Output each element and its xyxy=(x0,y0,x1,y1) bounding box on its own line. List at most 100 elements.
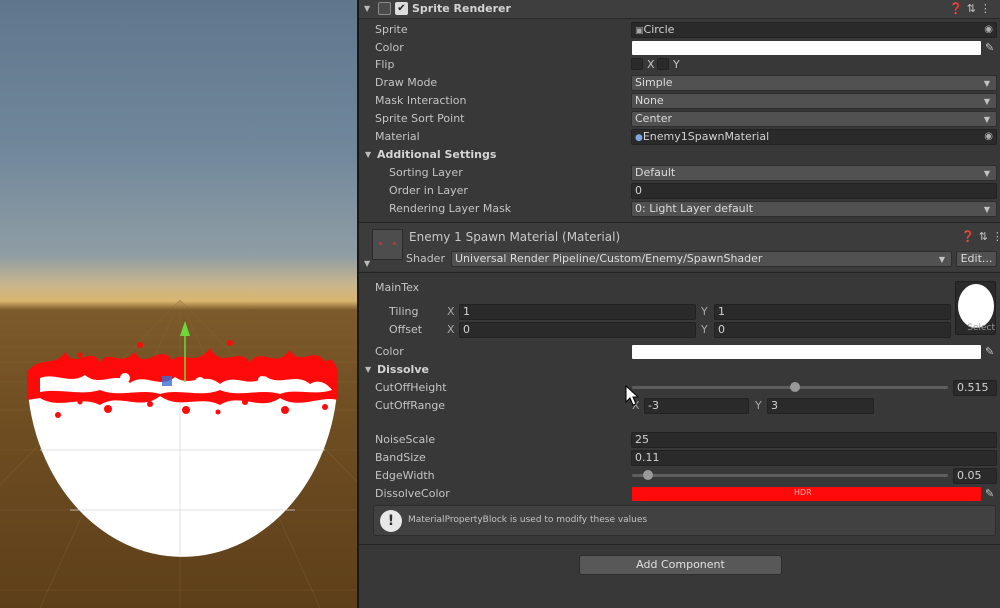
foldout-arrow-icon[interactable]: ▼ xyxy=(364,259,370,268)
cutoff-height-input[interactable]: 0.515 xyxy=(953,380,997,396)
band-size-label: BandSize xyxy=(375,451,426,464)
foldout-arrow-icon[interactable]: ▼ xyxy=(364,4,370,13)
tiling-x-input[interactable]: 1 xyxy=(459,304,696,320)
cutoff-range-label: CutOffRange xyxy=(375,399,446,412)
cutoff-height-slider-knob[interactable] xyxy=(789,382,800,392)
edge-width-slider-knob[interactable] xyxy=(642,470,653,480)
tiling-y-input[interactable]: 1 xyxy=(714,304,951,320)
cutoff-range-y-input[interactable]: 3 xyxy=(767,398,874,414)
chevron-down-icon: ▼ xyxy=(938,255,945,264)
tiling-x-label: X xyxy=(447,305,455,318)
noise-scale-input[interactable]: 25 xyxy=(631,432,997,448)
sprite-asset-icon: ▣ xyxy=(635,26,644,36)
mask-interaction-label: Mask Interaction xyxy=(375,94,467,107)
chevron-down-icon: ▼ xyxy=(983,205,990,214)
material-preview-icon xyxy=(372,229,403,260)
offset-y-input[interactable]: 0 xyxy=(714,322,951,338)
flip-x-checkbox[interactable] xyxy=(631,58,643,70)
foldout-arrow-icon[interactable]: ▼ xyxy=(365,365,371,374)
mask-interaction-dropdown[interactable]: None ▼ xyxy=(631,93,997,109)
chevron-down-icon: ▼ xyxy=(983,115,990,124)
color-swatch[interactable] xyxy=(632,41,981,55)
scene-view[interactable] xyxy=(0,0,357,608)
noise-scale-row: NoiseScale 25 xyxy=(359,431,1000,449)
noise-scale-label: NoiseScale xyxy=(375,433,436,446)
help-icon[interactable]: ❓ xyxy=(949,2,967,15)
add-component-button[interactable]: Add Component xyxy=(579,555,782,575)
material-header-icons[interactable]: ❓⇅⋮ xyxy=(961,230,1000,243)
component-header-icons[interactable]: ❓⇅⋮ xyxy=(949,2,995,15)
shader-edit-button[interactable]: Edit... xyxy=(956,251,997,267)
draw-mode-value: Simple xyxy=(635,76,673,89)
presets-icon[interactable]: ⇅ xyxy=(967,2,980,15)
color-row: Color ✎ xyxy=(359,39,1000,57)
dissolve-foldout[interactable]: ▼ Dissolve xyxy=(359,361,1000,379)
offset-row: Offset X 0 Y 0 xyxy=(359,321,951,339)
foldout-arrow-icon[interactable]: ▼ xyxy=(365,150,371,159)
section-divider xyxy=(359,272,1000,273)
help-icon[interactable]: ❓ xyxy=(961,230,979,243)
sorting-layer-dropdown[interactable]: Default ▼ xyxy=(631,165,997,181)
sorting-layer-value: Default xyxy=(635,166,676,179)
material-field[interactable]: ●Enemy1SpawnMaterial ◉ xyxy=(631,129,997,145)
menu-icon[interactable]: ⋮ xyxy=(992,230,1000,243)
dissolve-color-label: DissolveColor xyxy=(375,487,450,500)
flip-label: Flip xyxy=(375,58,395,71)
eyedropper-icon[interactable]: ✎ xyxy=(985,41,994,54)
band-size-input[interactable]: 0.11 xyxy=(631,450,997,466)
material-preview-dot xyxy=(393,242,396,245)
material-preview-dot xyxy=(379,242,382,245)
maintex-select-button[interactable]: Select xyxy=(958,323,995,333)
scene-canvas xyxy=(0,299,357,608)
sorting-layer-row: Sorting Layer Default ▼ xyxy=(359,164,1000,182)
order-in-layer-input[interactable]: 0 xyxy=(631,183,997,199)
additional-settings-foldout[interactable]: ▼ Additional Settings xyxy=(359,146,1000,164)
edge-width-input[interactable]: 0.05 xyxy=(953,468,997,484)
section-divider xyxy=(359,544,1000,545)
dissolve-color-swatch[interactable]: HDR xyxy=(632,487,981,501)
cutoff-range-y-label: Y xyxy=(755,399,762,412)
edge-width-slider-track[interactable] xyxy=(632,474,948,477)
object-picker-icon[interactable]: ◉ xyxy=(984,23,993,37)
info-icon: ! xyxy=(380,510,402,532)
rendering-layer-mask-dropdown[interactable]: 0: Light Layer default ▼ xyxy=(631,201,997,217)
material-color-swatch[interactable] xyxy=(632,345,981,359)
cutoff-range-x-input[interactable]: -3 xyxy=(644,398,749,414)
chevron-down-icon: ▼ xyxy=(983,169,990,178)
enabled-checkbox[interactable]: ✔ xyxy=(395,2,408,15)
additional-settings-title: Additional Settings xyxy=(377,148,497,161)
order-in-layer-label: Order in Layer xyxy=(389,184,468,197)
dissolve-title: Dissolve xyxy=(377,363,429,376)
flip-row: Flip X Y xyxy=(359,56,1000,74)
chevron-down-icon: ▼ xyxy=(983,79,990,88)
sprite-renderer-component-icon xyxy=(378,2,391,15)
object-picker-icon[interactable]: ◉ xyxy=(984,130,993,144)
rendering-layer-mask-value: 0: Light Layer default xyxy=(635,202,754,215)
material-label: Material xyxy=(375,130,420,143)
draw-mode-dropdown[interactable]: Simple ▼ xyxy=(631,75,997,91)
presets-icon[interactable]: ⇅ xyxy=(979,230,992,243)
move-gizmo-xy-plane[interactable] xyxy=(162,376,172,386)
flip-y-checkbox[interactable] xyxy=(657,58,669,70)
sprite-renderer-header[interactable]: ▼ ✔ Sprite Renderer ❓⇅⋮ xyxy=(359,0,1000,19)
sorting-layer-label: Sorting Layer xyxy=(389,166,463,179)
sprite-value: Circle xyxy=(643,23,675,36)
flip-y-label: Y xyxy=(673,58,680,71)
sprite-sort-point-dropdown[interactable]: Center ▼ xyxy=(631,111,997,127)
mask-interaction-value: None xyxy=(635,94,664,107)
tiling-y-label: Y xyxy=(701,305,708,318)
offset-x-input[interactable]: 0 xyxy=(459,322,696,338)
eyedropper-icon[interactable]: ✎ xyxy=(985,345,994,358)
offset-label: Offset xyxy=(389,323,423,336)
mouse-cursor-icon xyxy=(625,385,640,406)
material-header[interactable]: ▼ Enemy 1 Spawn Material (Material) ❓⇅⋮ … xyxy=(359,223,1000,271)
maintex-texture-slot[interactable]: Select xyxy=(955,281,996,335)
tiling-label: Tiling xyxy=(389,305,419,318)
eyedropper-icon[interactable]: ✎ xyxy=(985,487,994,500)
dissolve-color-row: DissolveColor HDR ✎ xyxy=(359,485,1000,503)
sprite-field[interactable]: ▣Circle ◉ xyxy=(631,22,997,38)
shader-dropdown[interactable]: Universal Render Pipeline/Custom/Enemy/S… xyxy=(451,251,952,267)
menu-icon[interactable]: ⋮ xyxy=(980,2,995,15)
rendering-layer-mask-label: Rendering Layer Mask xyxy=(389,202,512,215)
shader-label: Shader xyxy=(406,252,445,265)
